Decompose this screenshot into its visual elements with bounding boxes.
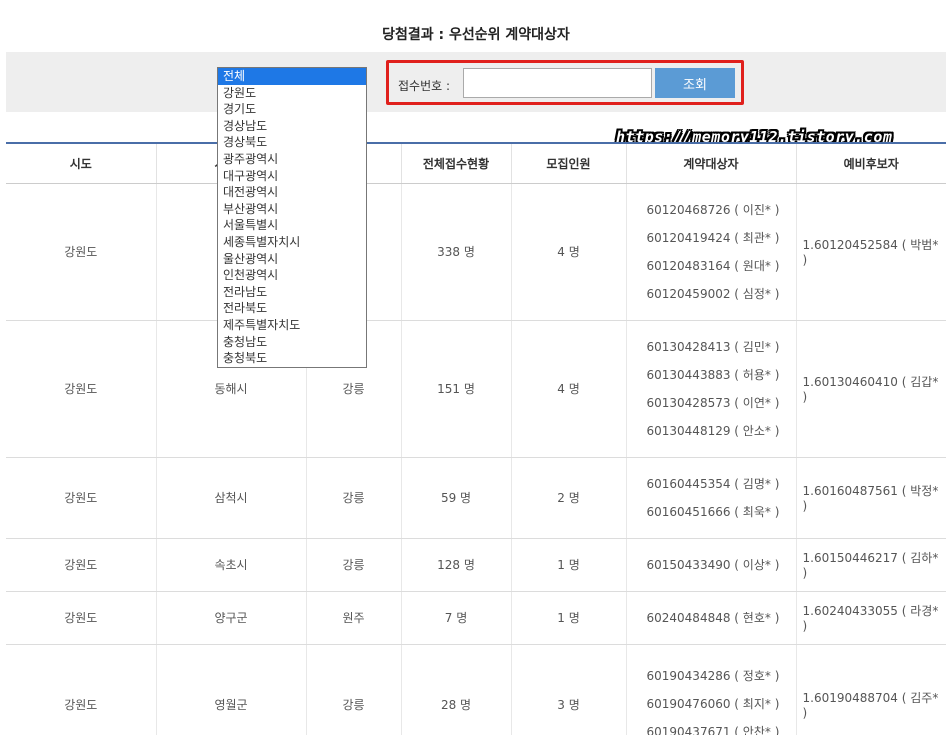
cell-applications: 28 명 [400, 644, 511, 735]
region-option[interactable]: 충청북도 [218, 350, 366, 367]
header-sido: 시도 [6, 143, 156, 184]
cell-quota: 1 명 [510, 538, 626, 592]
region-option[interactable]: 인천광역시 [218, 267, 366, 284]
region-option[interactable]: 대전광역시 [218, 184, 366, 201]
result-table: 시도 시군구 권역 전체접수현황 모집인원 계약대상자 예비후보자 강원도 338… [6, 142, 946, 735]
cell-quota: 2 명 [510, 457, 626, 539]
cell-sigungu: 양구군 [155, 591, 306, 645]
search-button[interactable]: 조회 [655, 68, 735, 98]
cell-region: 강릉 [305, 644, 401, 735]
region-option[interactable]: 세종특별자치시 [218, 234, 366, 251]
receipt-search-box: 접수번호 : 조회 [386, 60, 744, 105]
cell-region: 강릉 [305, 538, 401, 592]
cell-contracts: 60150433490 ( 이상* ) [625, 538, 796, 592]
region-option[interactable]: 제주특별자치도 [218, 317, 366, 334]
cell-sido: 강원도 [6, 538, 156, 592]
region-option[interactable]: 경상북도 [218, 134, 366, 151]
cell-reserve: 1.60120452584 ( 박범* ) [795, 183, 946, 321]
cell-contracts: 60120468726 ( 이진* ) 60120419424 ( 최관* ) 60… [625, 183, 796, 321]
cell-reserve: 1.60160487561 ( 박정* ) [795, 457, 946, 539]
contract-entry: 60160445354 ( 김명* ) [646, 476, 780, 491]
cell-contracts: 60190434286 ( 정호* ) 60190476060 ( 최지* ) 60… [625, 644, 796, 735]
region-option[interactable]: 경상남도 [218, 118, 366, 135]
cell-reserve: 1.60190488704 ( 김주* ) [795, 644, 946, 735]
cell-quota: 3 명 [510, 644, 626, 735]
contract-entry: 60240484848 ( 현호* ) [646, 610, 780, 625]
table-row: 강원도 속초시 강릉 128 명1 명 60150433490 ( 이상* ) 1.601… [6, 538, 946, 592]
contract-entry: 60160451666 ( 최욱* ) [646, 504, 780, 519]
cell-contracts: 60160445354 ( 김명* ) 60160451666 ( 최욱* ) [625, 457, 796, 539]
cell-applications: 59 명 [400, 457, 511, 539]
cell-quota: 1 명 [510, 591, 626, 645]
contract-entry: 60130448129 ( 안소* ) [646, 423, 780, 438]
table-row: 강원도 양구군 원주 7 명1 명 60240484848 ( 현호* ) 1.60240… [6, 591, 946, 645]
cell-sido: 강원도 [6, 457, 156, 539]
cell-region: 원주 [305, 591, 401, 645]
contract-entry: 60190476060 ( 최지* ) [646, 697, 780, 711]
region-option[interactable]: 전체 [218, 68, 366, 85]
cell-applications: 128 명 [400, 538, 511, 592]
cell-sigungu: 삼척시 [155, 457, 306, 539]
region-option[interactable]: 서울특별시 [218, 217, 366, 234]
receipt-number-label: 접수번호 : [398, 79, 451, 93]
cell-contracts: 60130428413 ( 김민* ) 60130443883 ( 허용* ) 60… [625, 320, 796, 458]
cell-reserve: 1.60150446217 ( 김하* ) [795, 538, 946, 592]
contract-entry: 60120419424 ( 최관* ) [646, 230, 780, 245]
cell-sigungu: 속초시 [155, 538, 306, 592]
contract-entry: 60120468726 ( 이진* ) [646, 202, 780, 217]
region-select-dropdown[interactable]: 전체 강원도 경기도 경상남도 경상북도 광주광역시 대구광역시 대전광역시 부산광역시 서울특별… [217, 67, 367, 368]
cell-sido: 강원도 [6, 183, 156, 321]
cell-reserve: 1.60240433055 ( 라경* ) [795, 591, 946, 645]
cell-applications: 151 명 [400, 320, 511, 458]
cell-quota: 4 명 [510, 320, 626, 458]
cell-contracts: 60240484848 ( 현호* ) [625, 591, 796, 645]
contract-entry: 60120483164 ( 원대* ) [646, 258, 780, 273]
receipt-number-input[interactable] [463, 68, 652, 98]
region-option[interactable]: 경기도 [218, 101, 366, 118]
header-quota: 모집인원 [510, 143, 626, 184]
header-applications: 전체접수현황 [400, 143, 511, 184]
contract-entry: 60130428573 ( 이연* ) [646, 395, 780, 410]
region-option[interactable]: 전라남도 [218, 284, 366, 301]
region-option[interactable]: 부산광역시 [218, 201, 366, 218]
cell-sido: 강원도 [6, 320, 156, 458]
contract-entry: 60130428413 ( 김민* ) [646, 339, 780, 354]
region-option[interactable]: 강원도 [218, 85, 366, 102]
contract-entry: 60150433490 ( 이상* ) [646, 557, 780, 572]
contract-entry: 60120459002 ( 심정* ) [646, 286, 780, 301]
region-option[interactable]: 광주광역시 [218, 151, 366, 168]
cell-reserve: 1.60130460410 ( 김갑* ) [795, 320, 946, 458]
cell-applications: 338 명 [400, 183, 511, 321]
table-header-row: 시도 시군구 권역 전체접수현황 모집인원 계약대상자 예비후보자 [6, 143, 946, 184]
table-row: 강원도 삼척시 강릉 59 명2 명 60160445354 ( 김명* ) 601604… [6, 457, 946, 539]
region-option[interactable]: 대구광역시 [218, 168, 366, 185]
cell-region: 강릉 [305, 457, 401, 539]
cell-sido: 강원도 [6, 644, 156, 735]
cell-quota: 4 명 [510, 183, 626, 321]
table-row: 강원도 영월군 강릉 28 명3 명 60190434286 ( 정호* ) 601904… [6, 644, 946, 735]
region-option[interactable]: 충청남도 [218, 334, 366, 351]
region-option[interactable]: 전라북도 [218, 300, 366, 317]
header-contracts: 계약대상자 [625, 143, 796, 184]
contract-entry: 60190437671 ( 안찬* ) [646, 725, 780, 735]
contract-entry: 60190434286 ( 정호* ) [646, 669, 780, 683]
table-row: 강원도 338 명4 명 60120468726 ( 이진* ) 6012041942… [6, 183, 946, 321]
contract-entry: 60130443883 ( 허용* ) [646, 367, 780, 382]
cell-applications: 7 명 [400, 591, 511, 645]
cell-sigungu: 영월군 [155, 644, 306, 735]
header-reserve: 예비후보자 [795, 143, 946, 184]
region-option[interactable]: 울산광역시 [218, 251, 366, 268]
page-title: 당첨결과 : 우선순위 계약대상자 [382, 27, 570, 43]
cell-sido: 강원도 [6, 591, 156, 645]
table-row: 강원도 동해시 강릉 151 명4 명 60130428413 ( 김민* ) 60130… [6, 320, 946, 458]
